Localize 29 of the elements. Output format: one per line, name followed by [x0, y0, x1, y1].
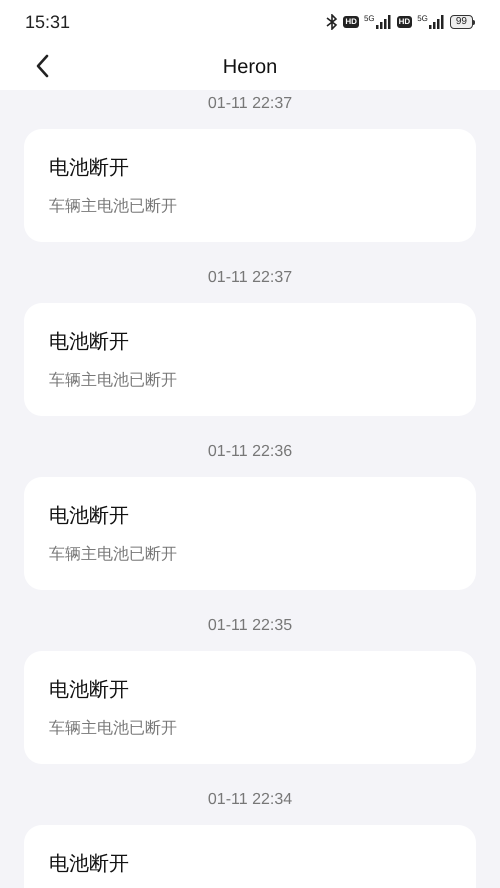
message-title: 电池断开: [49, 330, 130, 355]
network-label: 5G: [417, 15, 428, 23]
message-timestamp: 01-11 22:37: [208, 94, 292, 114]
bluetooth-icon: [326, 14, 338, 30]
page-title: Heron: [222, 55, 278, 80]
message-title: 电池断开: [49, 504, 130, 529]
message-body: 车辆主电池已断开: [49, 370, 178, 391]
signal-icon: [376, 15, 392, 29]
message-card[interactable]: 电池断开: [24, 825, 476, 888]
message-card[interactable]: 电池断开 车辆主电池已断开: [24, 129, 476, 242]
status-time: 15:31: [25, 10, 70, 34]
message-card[interactable]: 电池断开 车辆主电池已断开: [24, 477, 476, 590]
message-timestamp: 01-11 22:35: [208, 616, 292, 636]
signal-icon: [428, 15, 445, 29]
message-timestamp: 01-11 22:37: [208, 268, 292, 288]
message-title: 电池断开: [49, 678, 130, 703]
message-body: 车辆主电池已断开: [49, 544, 178, 565]
message-title: 电池断开: [49, 156, 130, 181]
hd-badge: HD: [396, 16, 412, 28]
message-card[interactable]: 电池断开 车辆主电池已断开: [24, 651, 476, 764]
message-timestamp: 01-11 22:34: [208, 790, 292, 810]
battery-indicator: 99: [450, 15, 473, 29]
message-body: 车辆主电池已断开: [49, 196, 178, 217]
message-title: 电池断开: [49, 852, 130, 877]
message-timestamp: 01-11 22:36: [208, 442, 292, 462]
network-label: 5G: [364, 15, 375, 23]
message-body: 车辆主电池已断开: [49, 718, 178, 739]
message-card[interactable]: 电池断开 车辆主电池已断开: [24, 303, 476, 416]
hd-badge: HD: [343, 16, 359, 28]
